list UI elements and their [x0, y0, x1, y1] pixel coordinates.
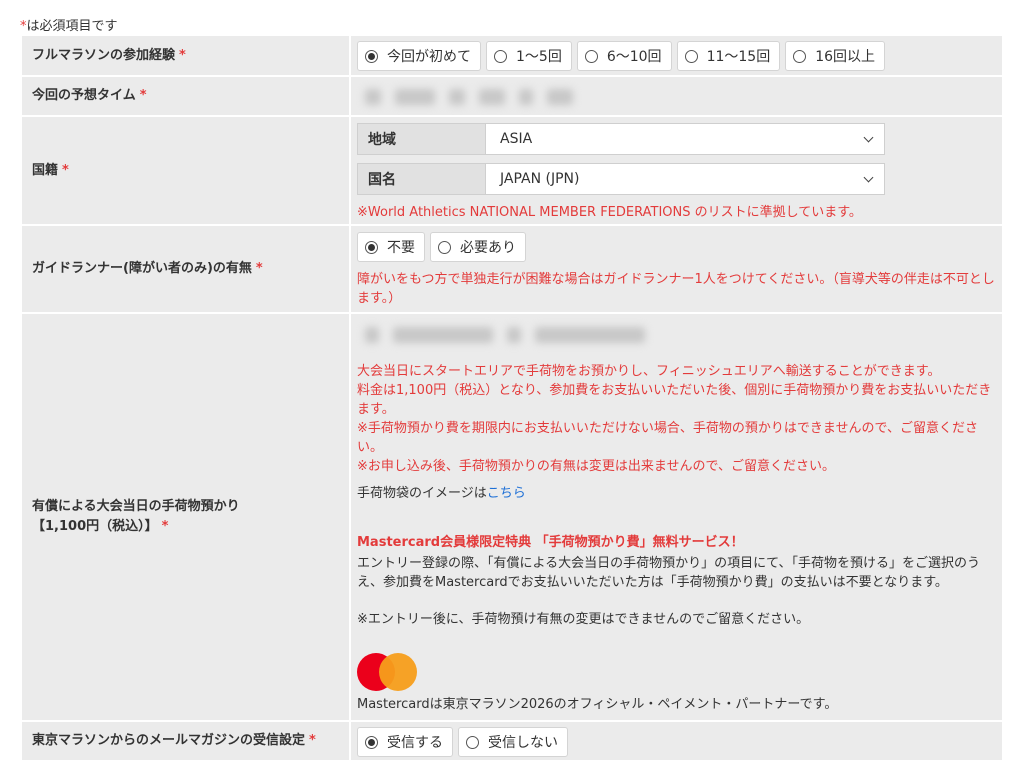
baggage-after-note: ※エントリー後に、手荷物預け有無の変更はできませんのでご留意ください。	[357, 612, 810, 627]
mastercard-benefit-title: Mastercard会員様限定特典 「手荷物預かり費」無料サービス！	[357, 535, 744, 550]
value-marathon-experience: 今回が初めて 1〜5回 6〜10回 11〜15回 16回以上	[351, 36, 1002, 75]
radio-newsletter-decline[interactable]: 受信しない	[458, 727, 568, 757]
mastercard-benefit-body: エントリー登録の際、「有償による大会当日の手荷物預かり」の項目にて、「手荷物を預…	[357, 556, 980, 590]
expected-time-selects-blurred[interactable]	[357, 82, 996, 112]
label-baggage: 有償による大会当日の手荷物預かり 【1,100円（税込）】 *	[22, 314, 349, 720]
baggage-image-link[interactable]: こちら	[487, 486, 526, 501]
mastercard-logo-icon	[357, 653, 417, 691]
row-baggage: 有償による大会当日の手荷物預かり 【1,100円（税込）】 * 大会当日にスタート…	[22, 314, 1002, 722]
country-label: 国名	[357, 163, 485, 195]
radio-marathon-16-plus[interactable]: 16回以上	[785, 41, 886, 71]
baggage-radios-blurred[interactable]	[357, 320, 996, 350]
value-newsletter: 受信する 受信しない	[351, 722, 1002, 760]
radio-checked-icon	[365, 735, 378, 749]
newsletter-radios: 受信する 受信しない	[357, 727, 996, 757]
label-guide-runner: ガイドランナー(障がい者のみ)の有無 *	[22, 226, 349, 312]
nationality-note: ※World Athletics NATIONAL MEMBER FEDERAT…	[357, 205, 862, 220]
region-label: 地域	[357, 123, 485, 155]
entry-form-table: フルマラソンの参加経験 * 今回が初めて 1〜5回 6〜10回 11〜15回 16…	[22, 36, 1002, 762]
baggage-desc-4: ※お申し込み後、手荷物預かりの有無は変更は出来ませんので、ご留意ください。	[357, 459, 835, 474]
row-marathon-experience: フルマラソンの参加経験 * 今回が初めて 1〜5回 6〜10回 11〜15回 16…	[22, 36, 1002, 77]
radio-guide-not-needed[interactable]: 不要	[357, 232, 425, 262]
label-expected-time: 今回の予想タイム *	[22, 77, 349, 115]
region-select-row: 地域 ASIA	[357, 123, 885, 155]
radio-newsletter-receive[interactable]: 受信する	[357, 727, 453, 757]
baggage-desc-3: ※手荷物預かり費を期限内にお支払いいただけない場合、手荷物の預かりはできませんの…	[357, 421, 978, 455]
radio-unchecked-icon	[584, 49, 598, 63]
chevron-down-icon	[863, 132, 874, 142]
radio-unchecked-icon	[438, 240, 451, 254]
radio-checked-icon	[365, 240, 378, 254]
mastercard-partner-text: Mastercardは東京マラソン2026のオフィシャル・ペイメント・パートナー…	[357, 697, 838, 712]
radio-marathon-11-15[interactable]: 11〜15回	[676, 41, 781, 71]
label-nationality: 国籍 *	[22, 117, 349, 224]
baggage-desc-2: 料金は1,100円（税込）となり、参加費をお支払いいただいた後、個別に手荷物預か…	[357, 383, 992, 417]
radio-unchecked-icon	[793, 49, 807, 63]
baggage-desc-1: 大会当日にスタートエリアで手荷物をお預かりし、フィニッシュエリアへ輸送することが…	[357, 364, 941, 379]
row-nationality: 国籍 * 地域 ASIA 国名 JAPAN (JPN) ※World Athlet…	[22, 117, 1002, 226]
chevron-down-icon	[863, 172, 874, 182]
guide-runner-note: 障がいをもつ方で単独走行が困難な場合はガイドランナー1人をつけてください。（盲導…	[357, 272, 995, 306]
row-newsletter: 東京マラソンからのメールマガジンの受信設定 * 受信する 受信しない	[22, 722, 1002, 762]
radio-guide-needed[interactable]: 必要あり	[430, 232, 526, 262]
value-nationality: 地域 ASIA 国名 JAPAN (JPN) ※World Athletics …	[351, 117, 1002, 224]
radio-marathon-6-10[interactable]: 6〜10回	[576, 41, 672, 71]
row-expected-time: 今回の予想タイム *	[22, 77, 1002, 117]
baggage-image-line: 手荷物袋のイメージはこちら	[357, 486, 526, 501]
marathon-experience-radios: 今回が初めて 1〜5回 6〜10回 11〜15回 16回以上	[357, 41, 996, 71]
required-note-text: は必須項目です	[26, 19, 118, 34]
country-select-row: 国名 JAPAN (JPN)	[357, 163, 885, 195]
guide-runner-radios: 不要 必要あり	[357, 232, 996, 262]
value-guide-runner: 不要 必要あり 障がいをもつ方で単独走行が困難な場合はガイドランナー1人をつけて…	[351, 226, 1002, 312]
region-select[interactable]: ASIA	[485, 123, 885, 155]
country-select[interactable]: JAPAN (JPN)	[485, 163, 885, 195]
label-marathon-experience: フルマラソンの参加経験 *	[22, 36, 349, 75]
radio-unchecked-icon	[494, 49, 507, 63]
radio-unchecked-icon	[684, 49, 698, 63]
radio-unchecked-icon	[466, 735, 479, 749]
radio-marathon-first-time[interactable]: 今回が初めて	[357, 41, 481, 71]
radio-checked-icon	[365, 49, 378, 63]
label-newsletter: 東京マラソンからのメールマガジンの受信設定 *	[22, 722, 349, 760]
required-note: *は必須項目です	[20, 15, 118, 34]
value-baggage: 大会当日にスタートエリアで手荷物をお預かりし、フィニッシュエリアへ輸送することが…	[351, 314, 1002, 720]
value-expected-time	[351, 77, 1002, 115]
radio-marathon-1-5[interactable]: 1〜5回	[486, 41, 572, 71]
row-guide-runner: ガイドランナー(障がい者のみ)の有無 * 不要 必要あり 障がいをもつ方で単独走行…	[22, 226, 1002, 314]
